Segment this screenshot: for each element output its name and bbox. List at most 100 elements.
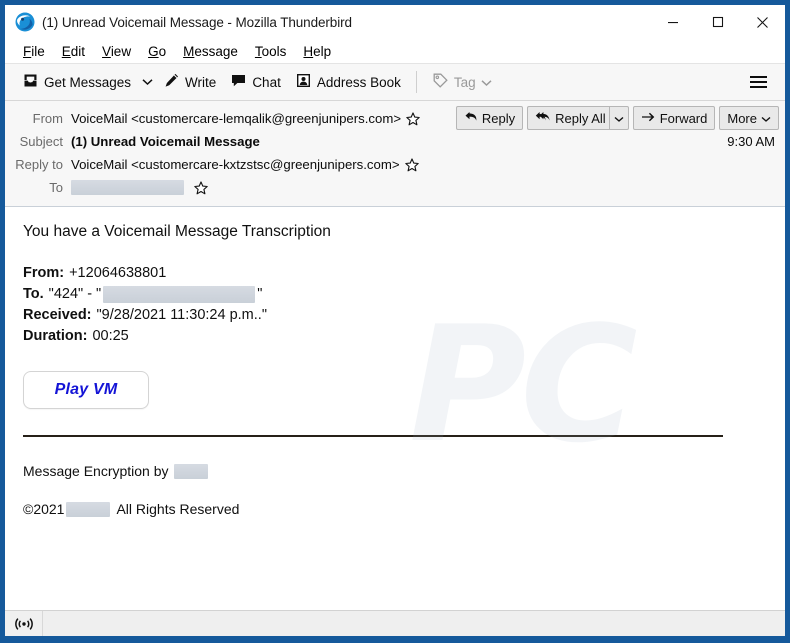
header-value-reply-to[interactable]: VoiceMail <customercare-kxtzstsc@greenju… xyxy=(71,157,419,172)
menu-go-label: o xyxy=(158,43,167,59)
to-address-redaction xyxy=(71,180,184,195)
header-row-reply-to: Reply to VoiceMail <customercare-kxtzsts… xyxy=(5,153,785,176)
close-button[interactable] xyxy=(740,5,785,39)
window-controls xyxy=(650,5,785,39)
toolbar-separator xyxy=(415,71,417,93)
chevron-down-icon xyxy=(761,111,771,126)
header-label-from: From xyxy=(32,111,63,126)
body-field-to-suffix: " xyxy=(257,286,263,302)
menu-view-label: iew xyxy=(110,43,132,59)
hamburger-bar-1 xyxy=(749,76,767,78)
reply-all-label: Reply All xyxy=(555,110,606,126)
message-body: PC risk.com You have a Voicemail Message… xyxy=(5,207,785,610)
maximize-button[interactable] xyxy=(695,5,740,39)
menu-message[interactable]: Message xyxy=(175,42,247,61)
forward-button[interactable]: Forward xyxy=(632,106,716,130)
body-field-received-label: Received: xyxy=(23,307,92,323)
message-time: 9:30 AM xyxy=(727,134,775,149)
chevron-down-icon xyxy=(614,111,624,126)
address-book-button[interactable]: Address Book xyxy=(288,67,408,97)
message-header: From VoiceMail <customercare-lemqalik@gr… xyxy=(5,101,785,207)
play-vm-button[interactable]: Play VM xyxy=(23,371,149,409)
body-field-duration-value: 00:25 xyxy=(92,328,129,344)
tag-chevron-down-icon[interactable] xyxy=(481,75,492,90)
body-field-received-value: "9/28/2021 11:30:24 p.m.." xyxy=(96,307,267,323)
menu-file-label: ile xyxy=(31,43,45,59)
header-row-subject: Subject (1) Unread Voicemail Message 9:3… xyxy=(5,130,785,153)
body-field-to-label: To. xyxy=(23,286,44,302)
body-field-from: From: +12064638801 xyxy=(23,263,767,284)
tag-label: Tag xyxy=(453,74,476,90)
reply-button[interactable]: Reply xyxy=(455,106,524,130)
menu-edit-label: dit xyxy=(70,43,86,59)
menu-view-key: V xyxy=(102,43,111,59)
reply-all-arrow-icon xyxy=(535,110,551,126)
minimize-button[interactable] xyxy=(650,5,695,39)
status-bar-empty-area xyxy=(43,611,785,636)
chat-button[interactable]: Chat xyxy=(223,67,288,97)
menu-go[interactable]: Go xyxy=(140,42,175,61)
menu-view[interactable]: View xyxy=(94,42,140,61)
header-value-to[interactable] xyxy=(71,180,208,195)
hamburger-icon[interactable] xyxy=(743,67,773,97)
menu-edit[interactable]: Edit xyxy=(54,42,94,61)
tag-icon xyxy=(432,72,449,92)
get-messages-button[interactable]: Get Messages xyxy=(15,67,138,97)
header-value-subject: (1) Unread Voicemail Message xyxy=(71,134,717,149)
reply-arrow-icon xyxy=(464,110,478,126)
footer-encryption-redaction xyxy=(173,463,208,479)
get-messages-label: Get Messages xyxy=(44,74,132,90)
menu-tools-label: ools xyxy=(261,43,287,59)
screenshot-root: (1) Unread Voicemail Message - Mozilla T… xyxy=(0,0,790,643)
reply-all-button[interactable]: Reply All xyxy=(527,106,609,130)
menu-message-key: M xyxy=(183,43,195,59)
contact-card-icon xyxy=(295,72,312,92)
star-icon[interactable] xyxy=(406,111,420,126)
footer-copyright-redaction xyxy=(66,501,111,517)
menu-tools[interactable]: Tools xyxy=(247,42,296,61)
hamburger-bar-3 xyxy=(749,86,767,88)
broadcast-icon[interactable] xyxy=(5,611,43,636)
write-button[interactable]: Write xyxy=(156,67,223,97)
reply-label: Reply xyxy=(481,110,516,126)
reply-to-address: VoiceMail <customercare-kxtzstsc@greenju… xyxy=(71,157,400,172)
footer-copyright-text: All Rights Reserved xyxy=(116,501,240,517)
pencil-icon xyxy=(163,72,180,92)
menu-file-key: F xyxy=(23,43,32,59)
menu-file[interactable]: File xyxy=(15,42,54,61)
menu-edit-key: E xyxy=(61,43,71,59)
download-inbox-icon xyxy=(22,72,39,92)
footer-encryption-text: Message Encryption by xyxy=(23,463,169,479)
title-bar: (1) Unread Voicemail Message - Mozilla T… xyxy=(5,5,785,39)
write-label: Write xyxy=(185,74,217,90)
status-bar xyxy=(5,610,785,636)
header-label-subject: Subject xyxy=(19,134,63,149)
reply-all-dropdown[interactable] xyxy=(608,106,629,130)
body-field-from-label: From: xyxy=(23,265,65,281)
star-icon[interactable] xyxy=(404,157,419,172)
forward-label: Forward xyxy=(659,110,708,126)
footer-copyright-year: ©2021 xyxy=(23,501,65,517)
star-icon[interactable] xyxy=(194,180,208,195)
watermark-front-text: risk.com xyxy=(5,589,646,610)
horizontal-rule xyxy=(23,435,723,437)
chat-label: Chat xyxy=(252,74,281,90)
thunderbird-window: (1) Unread Voicemail Message - Mozilla T… xyxy=(5,5,785,636)
menu-tools-key: T xyxy=(254,43,262,59)
menu-help[interactable]: Help xyxy=(295,42,340,61)
get-messages-dropdown[interactable] xyxy=(138,67,156,97)
address-book-label: Address Book xyxy=(316,74,401,90)
header-label-to: To xyxy=(49,180,63,195)
hamburger-bar-2 xyxy=(749,81,767,83)
body-heading: You have a Voicemail Message Transcripti… xyxy=(23,223,331,240)
more-button[interactable]: More xyxy=(719,106,779,130)
header-value-from[interactable]: VoiceMail <customercare-lemqalik@greenju… xyxy=(71,111,420,126)
forward-arrow-icon xyxy=(641,111,656,126)
body-field-to-value: "424" - " xyxy=(48,286,102,302)
menu-help-label: elp xyxy=(313,43,332,59)
window-title: (1) Unread Voicemail Message - Mozilla T… xyxy=(42,14,352,30)
subject-text: (1) Unread Voicemail Message xyxy=(71,134,260,149)
footer-copyright: ©2021 All Rights Reserved xyxy=(23,501,767,517)
tag-button[interactable]: Tag xyxy=(425,67,499,97)
more-label: More xyxy=(727,110,757,126)
